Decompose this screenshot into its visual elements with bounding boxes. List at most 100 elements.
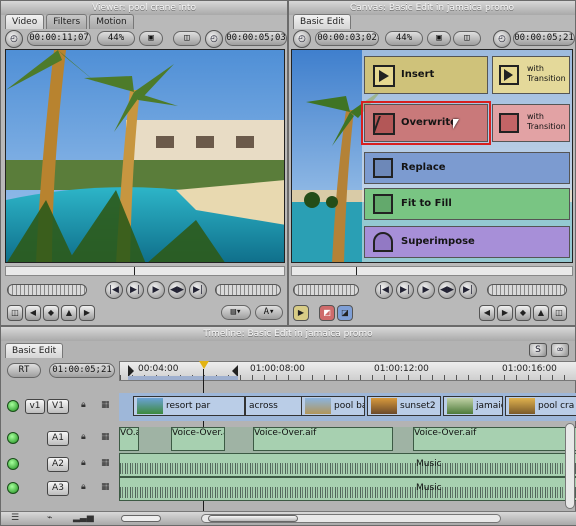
audio-clip[interactable]: Voice-Over.aif (253, 427, 393, 451)
audio-clip[interactable]: Voice-Over.aif (413, 427, 576, 451)
insert-button[interactable]: Insert (364, 56, 488, 94)
horizontal-scrollbar[interactable] (201, 514, 501, 523)
tab-filters[interactable]: Filters (46, 14, 88, 29)
lock-icon[interactable]: 🔒︎ (81, 432, 86, 442)
destination-a1-button[interactable]: A1 (47, 431, 69, 446)
tab-basic-edit[interactable]: Basic Edit (5, 343, 64, 358)
mark-clip-icon[interactable]: ▲ (533, 305, 549, 321)
track-visibility-icon[interactable] (7, 400, 19, 412)
lock-icon[interactable]: 🔒︎ (81, 458, 86, 468)
source-v1-button[interactable]: v1 (25, 399, 45, 414)
lock-icon[interactable]: 🔒︎ (81, 400, 86, 410)
rt-menu[interactable]: RT (7, 363, 41, 378)
tab-basic-edit[interactable]: Basic Edit (293, 14, 352, 29)
insert-with-transition-button[interactable]: with Transition (492, 56, 570, 94)
video-clip[interactable]: pool bar (301, 396, 365, 416)
canvas-current-timecode[interactable]: 00:00:05;21 (513, 31, 575, 46)
audio-clip[interactable]: Music (119, 477, 576, 501)
fit-to-fill-button[interactable]: Fit to Fill (364, 188, 570, 220)
video-clip[interactable]: sunset2 (367, 396, 441, 416)
video-clip[interactable]: jamaica (443, 396, 503, 416)
replace-button[interactable]: Replace (364, 152, 570, 184)
auto-select-icon[interactable]: ▦ (101, 432, 110, 442)
zoom-slider[interactable] (121, 515, 161, 522)
mark-out-icon[interactable]: ▶ (79, 305, 95, 321)
clock-icon[interactable]: ◴ (5, 30, 23, 48)
recent-clips-select[interactable]: ▤▾ (221, 305, 251, 320)
track-audible-icon[interactable] (7, 458, 19, 470)
canvas-zoom-select[interactable]: 44% (385, 31, 423, 46)
canvas-shuttle[interactable] (293, 284, 359, 296)
canvas-duration-field[interactable]: 00:00:03;02 (315, 31, 379, 46)
audio-clip[interactable]: VO.a (119, 427, 139, 451)
prev-edit-icon[interactable]: |◀ (105, 281, 123, 299)
destination-a3-button[interactable]: A3 (47, 481, 69, 496)
vertical-scrollbar[interactable] (565, 423, 575, 509)
viewer-view-select[interactable]: ▣ (139, 31, 163, 46)
video-clip[interactable]: pool cra (505, 396, 576, 416)
viewer-jog[interactable] (215, 284, 281, 296)
auto-select-icon[interactable]: ▦ (101, 482, 110, 492)
viewer-display-select[interactable]: ◫ (173, 31, 201, 46)
viewer-zoom-select[interactable]: 44% (97, 31, 135, 46)
mark-in-icon[interactable]: ◀ (479, 305, 495, 321)
play-around-icon[interactable]: ◀▶ (438, 281, 456, 299)
track-audible-icon[interactable] (7, 432, 19, 444)
add-marker-icon[interactable]: ◆ (43, 305, 59, 321)
tab-video[interactable]: Video (5, 14, 45, 29)
play-icon[interactable]: ▶ (147, 281, 165, 299)
audio-clip[interactable]: Voice-Over.a (171, 427, 225, 451)
clock-icon[interactable]: ◴ (493, 30, 511, 48)
lock-icon[interactable]: 🔒︎ (81, 482, 86, 492)
next-edit-icon[interactable]: ▶| (189, 281, 207, 299)
insert-edit-icon[interactable]: ▶ (293, 305, 309, 321)
destination-v1-button[interactable]: V1 (47, 399, 69, 414)
mark-out-icon[interactable]: ▶ (497, 305, 513, 321)
tab-motion[interactable]: Motion (89, 14, 134, 29)
canvas-scrubber[interactable] (291, 266, 573, 276)
audio-clip[interactable]: Music (119, 453, 576, 477)
viewer-duration-field[interactable]: 00:00:11;07 (27, 31, 91, 46)
snapping-icon[interactable]: S (529, 343, 547, 357)
prev-edit-icon[interactable]: |◀ (375, 281, 393, 299)
mark-clip-icon[interactable]: ◀ (25, 305, 41, 321)
track-size-icon[interactable]: ▂▃▅ (73, 513, 94, 523)
video-clip[interactable]: resort par (133, 396, 245, 416)
auto-select-icon[interactable]: ▦ (101, 458, 110, 468)
canvas-jog[interactable] (487, 284, 567, 296)
canvas-view-select[interactable]: ▣ (427, 31, 451, 46)
next-edit-icon[interactable]: ▶| (459, 281, 477, 299)
playhead-marker[interactable] (134, 267, 135, 275)
generator-select[interactable]: A▾ (255, 305, 283, 320)
play-in-out-icon[interactable]: ▶| (396, 281, 414, 299)
playhead-marker[interactable] (356, 267, 357, 275)
destination-a2-button[interactable]: A2 (47, 457, 69, 472)
linking-icon[interactable]: ∞ (551, 343, 569, 357)
replace-edit-icon[interactable]: ◪ (337, 305, 353, 321)
play-in-out-icon[interactable]: ▶| (126, 281, 144, 299)
play-icon[interactable]: ▶ (417, 281, 435, 299)
clip-overlays-icon[interactable]: ⌁ (47, 513, 52, 523)
track-audible-icon[interactable] (7, 482, 19, 494)
viewer-scrubber[interactable] (5, 266, 285, 276)
scroll-thumb[interactable] (208, 515, 298, 522)
overwrite-button[interactable]: Overwrite (361, 101, 491, 145)
auto-select-icon[interactable]: ▦ (101, 400, 110, 410)
match-frame-icon[interactable]: ◫ (7, 305, 23, 321)
playhead-icon[interactable] (199, 361, 209, 369)
canvas-display-select[interactable]: ◫ (453, 31, 481, 46)
video-clip[interactable]: across (245, 396, 305, 416)
overwrite-edit-icon[interactable]: ◩ (319, 305, 335, 321)
timeline-timecode[interactable]: 01:00:05;21 (49, 363, 115, 378)
superimpose-button[interactable]: Superimpose (364, 226, 570, 258)
add-marker-icon[interactable]: ◆ (515, 305, 531, 321)
mark-in-icon[interactable]: ▲ (61, 305, 77, 321)
match-frame-icon[interactable]: ◫ (551, 305, 567, 321)
clock-icon[interactable]: ◴ (293, 30, 311, 48)
viewer-shuttle[interactable] (7, 284, 87, 296)
track-height-icon[interactable]: ☰ (11, 513, 19, 523)
timeline-ruler[interactable]: 00:04:00 01:00:08:00 01:00:12:00 01:00:1… (119, 361, 576, 381)
clock-icon[interactable]: ◴ (205, 30, 223, 48)
overwrite-with-transition-button[interactable]: with Transition (492, 104, 570, 142)
viewer-current-timecode[interactable]: 00:00:05;03 (225, 31, 287, 46)
